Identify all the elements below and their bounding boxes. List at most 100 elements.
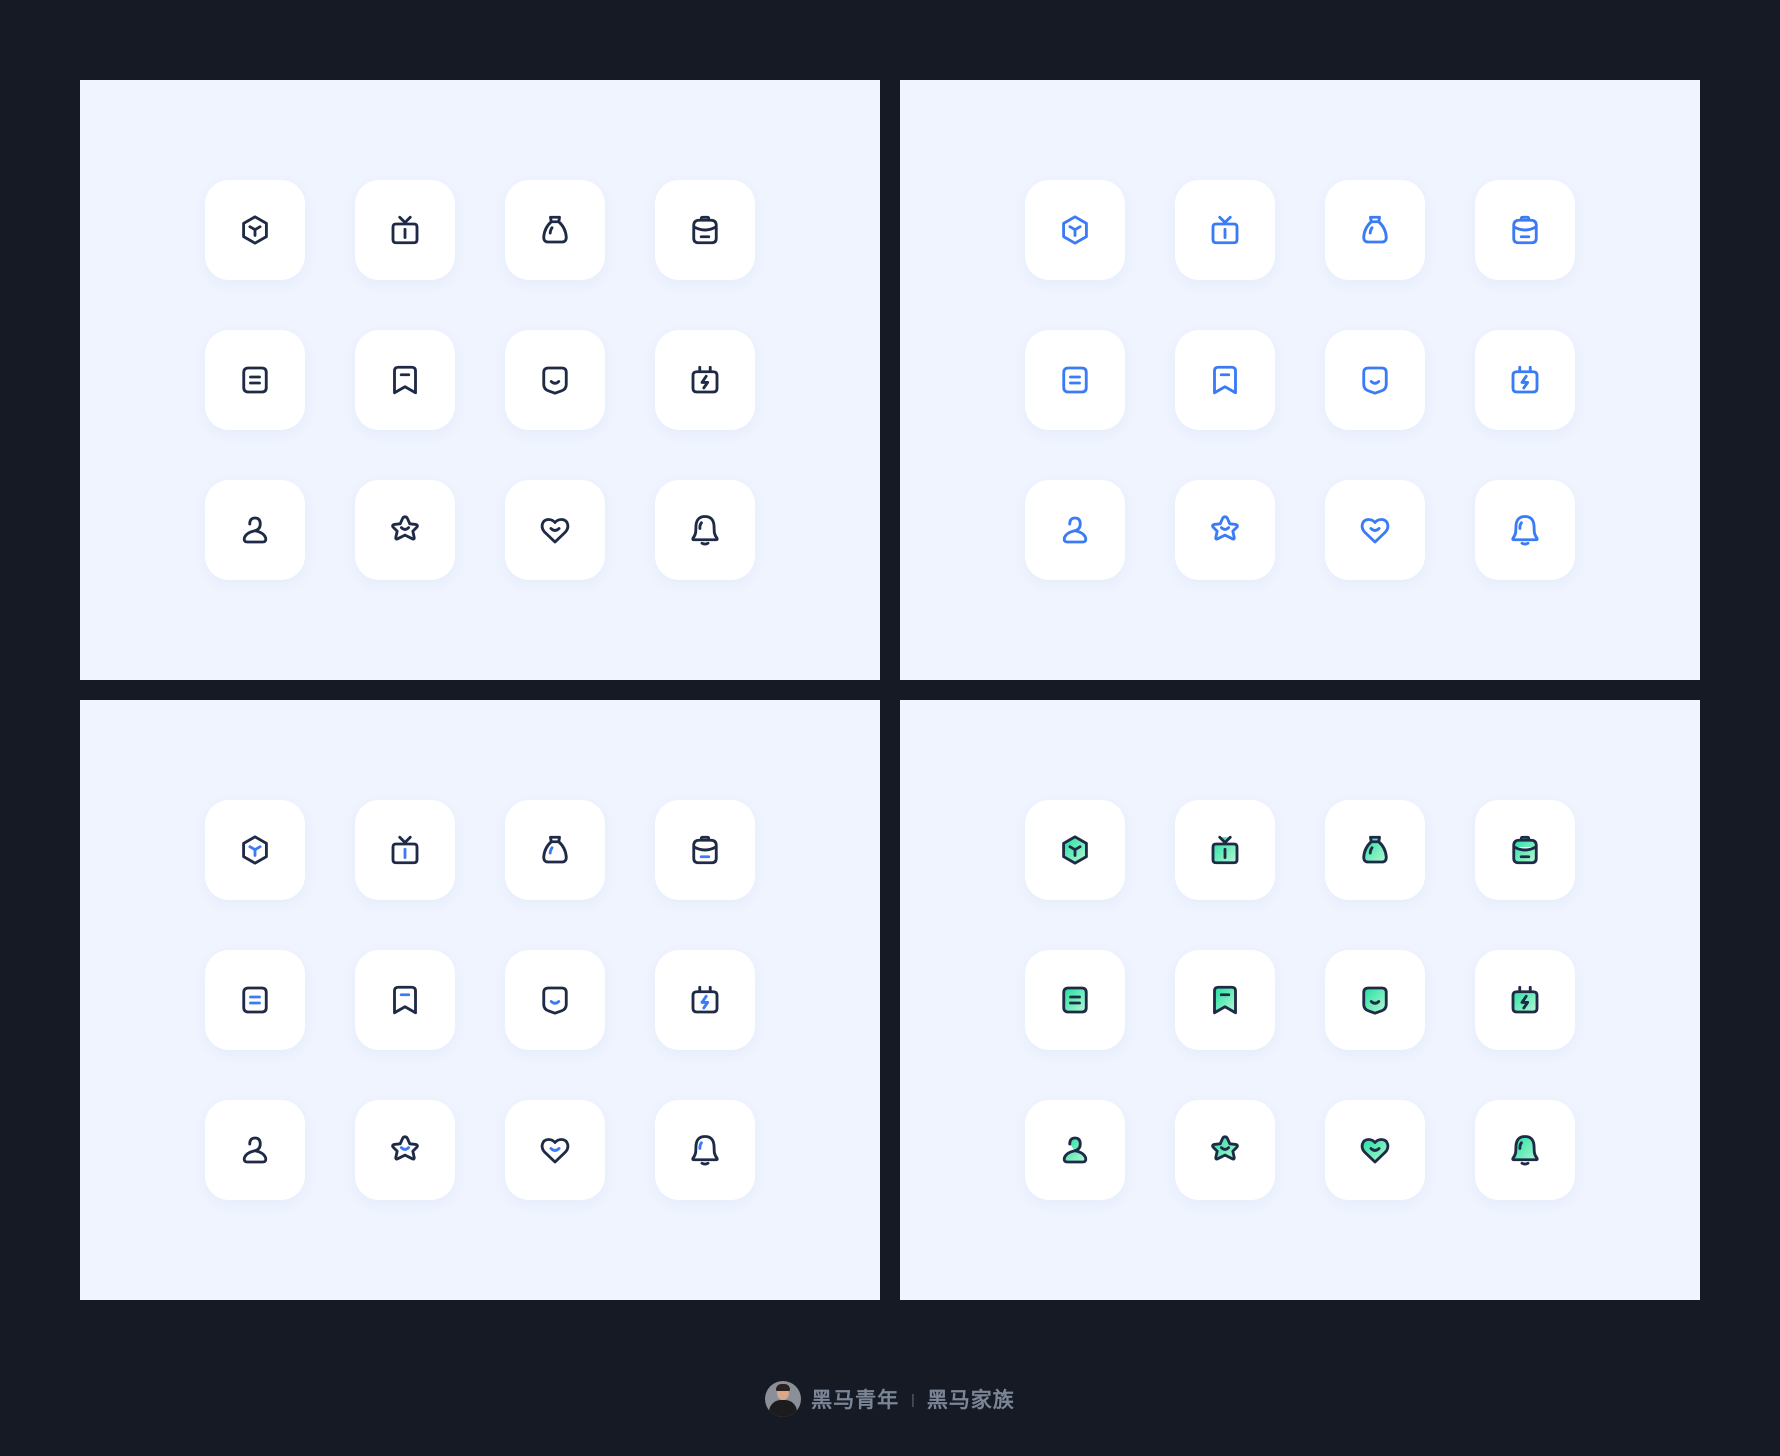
brand-left: 黑马青年 (811, 1389, 900, 1412)
icon-tile[interactable] (1475, 330, 1575, 430)
icon-tile[interactable] (1025, 800, 1125, 900)
icon-tile[interactable] (1175, 950, 1275, 1050)
icon-tile[interactable] (655, 180, 755, 280)
icon-panel-gradient (900, 700, 1700, 1300)
bookmark-icon (393, 985, 417, 1015)
star-smile-icon (391, 1135, 419, 1161)
icon-tile[interactable] (205, 180, 305, 280)
tv-icon (391, 215, 419, 245)
icon-tile[interactable] (505, 330, 605, 430)
icon-tile[interactable] (1325, 480, 1425, 580)
star-smile-icon (391, 515, 419, 541)
shield-smile-icon (1362, 366, 1388, 395)
icon-tile[interactable] (1175, 1100, 1275, 1200)
icon-tile[interactable] (655, 800, 755, 900)
cube-icon (1062, 215, 1088, 245)
icon-tile[interactable] (505, 480, 605, 580)
icon-tile[interactable] (655, 950, 755, 1050)
icon-tile[interactable] (1475, 480, 1575, 580)
icon-tile[interactable] (1175, 800, 1275, 900)
icon-tile[interactable] (1025, 480, 1125, 580)
icon-tile[interactable] (1475, 950, 1575, 1050)
icon-tile[interactable] (1025, 950, 1125, 1050)
backpack-icon (1512, 215, 1538, 245)
money-bag-icon (1362, 215, 1388, 244)
icon-tile[interactable] (205, 330, 305, 430)
icon-tile[interactable] (205, 950, 305, 1050)
icon-tile[interactable] (1175, 480, 1275, 580)
icon-tile[interactable] (655, 480, 755, 580)
icon-tile[interactable] (1175, 180, 1275, 280)
icon-tile[interactable] (505, 1100, 605, 1200)
battery-charge-icon (691, 365, 719, 394)
icon-tile[interactable] (355, 1100, 455, 1200)
icon-tile[interactable] (1325, 330, 1425, 430)
bell-icon (1511, 1135, 1539, 1166)
icon-tile[interactable] (1025, 330, 1125, 430)
battery-charge-icon (691, 985, 719, 1014)
icon-tile[interactable] (355, 800, 455, 900)
icon-grid (205, 800, 755, 1200)
icon-tile[interactable] (655, 1100, 755, 1200)
footer-credit: 黑马青年 | 黑马家族 (0, 1380, 1780, 1418)
user-icon (242, 1136, 268, 1164)
icon-tile[interactable] (1325, 1100, 1425, 1200)
icon-grid (1025, 180, 1575, 580)
icon-tile[interactable] (505, 950, 605, 1050)
heart-smile-icon (1360, 1138, 1390, 1164)
shield-smile-icon (542, 986, 568, 1015)
icon-tile[interactable] (1475, 180, 1575, 280)
icon-tile[interactable] (355, 480, 455, 580)
bookmark-icon (1213, 365, 1237, 395)
backpack-icon (692, 215, 718, 245)
icon-panel-blue (900, 80, 1700, 680)
bell-icon (1511, 515, 1539, 546)
icon-grid (205, 180, 755, 580)
icon-tile[interactable] (1325, 800, 1425, 900)
icon-tile[interactable] (505, 180, 605, 280)
star-smile-icon (1211, 515, 1239, 541)
icon-tile[interactable] (205, 1100, 305, 1200)
user-icon (1062, 516, 1088, 544)
icon-tile[interactable] (1025, 180, 1125, 280)
bookmark-icon (393, 365, 417, 395)
icon-tile[interactable] (355, 330, 455, 430)
shield-smile-icon (1362, 986, 1388, 1015)
icon-tile[interactable] (1325, 950, 1425, 1050)
icon-tile[interactable] (1025, 1100, 1125, 1200)
bookmark-icon (1213, 985, 1237, 1015)
icon-tile[interactable] (1475, 800, 1575, 900)
tv-icon (391, 835, 419, 865)
icon-tile[interactable] (1475, 1100, 1575, 1200)
bell-icon (691, 1135, 719, 1166)
icon-tile[interactable] (1175, 330, 1275, 430)
battery-charge-icon (1511, 985, 1539, 1014)
icon-tile[interactable] (205, 800, 305, 900)
icon-tile[interactable] (655, 330, 755, 430)
cube-icon (242, 215, 268, 245)
footer-separator: | (911, 1391, 915, 1407)
user-icon (242, 516, 268, 544)
icon-tile[interactable] (355, 180, 455, 280)
document-icon (1062, 366, 1088, 394)
tv-icon (1211, 215, 1239, 245)
icon-tile[interactable] (505, 800, 605, 900)
icon-tile[interactable] (205, 480, 305, 580)
icon-panel-dark (80, 80, 880, 680)
document-icon (242, 986, 268, 1014)
money-bag-icon (542, 215, 568, 244)
cube-icon (242, 835, 268, 865)
icon-tile[interactable] (355, 950, 455, 1050)
icon-panel-two-tone (80, 700, 880, 1300)
avatar (765, 1381, 802, 1417)
icon-tile[interactable] (1325, 180, 1425, 280)
heart-smile-icon (1360, 518, 1390, 544)
icon-grid (1025, 800, 1575, 1200)
user-icon (1062, 1136, 1088, 1164)
money-bag-icon (542, 835, 568, 864)
backpack-icon (1512, 835, 1538, 865)
battery-charge-icon (1511, 365, 1539, 394)
money-bag-icon (1362, 835, 1388, 864)
brand-right: 黑马家族 (926, 1389, 1015, 1412)
document-icon (242, 366, 268, 394)
